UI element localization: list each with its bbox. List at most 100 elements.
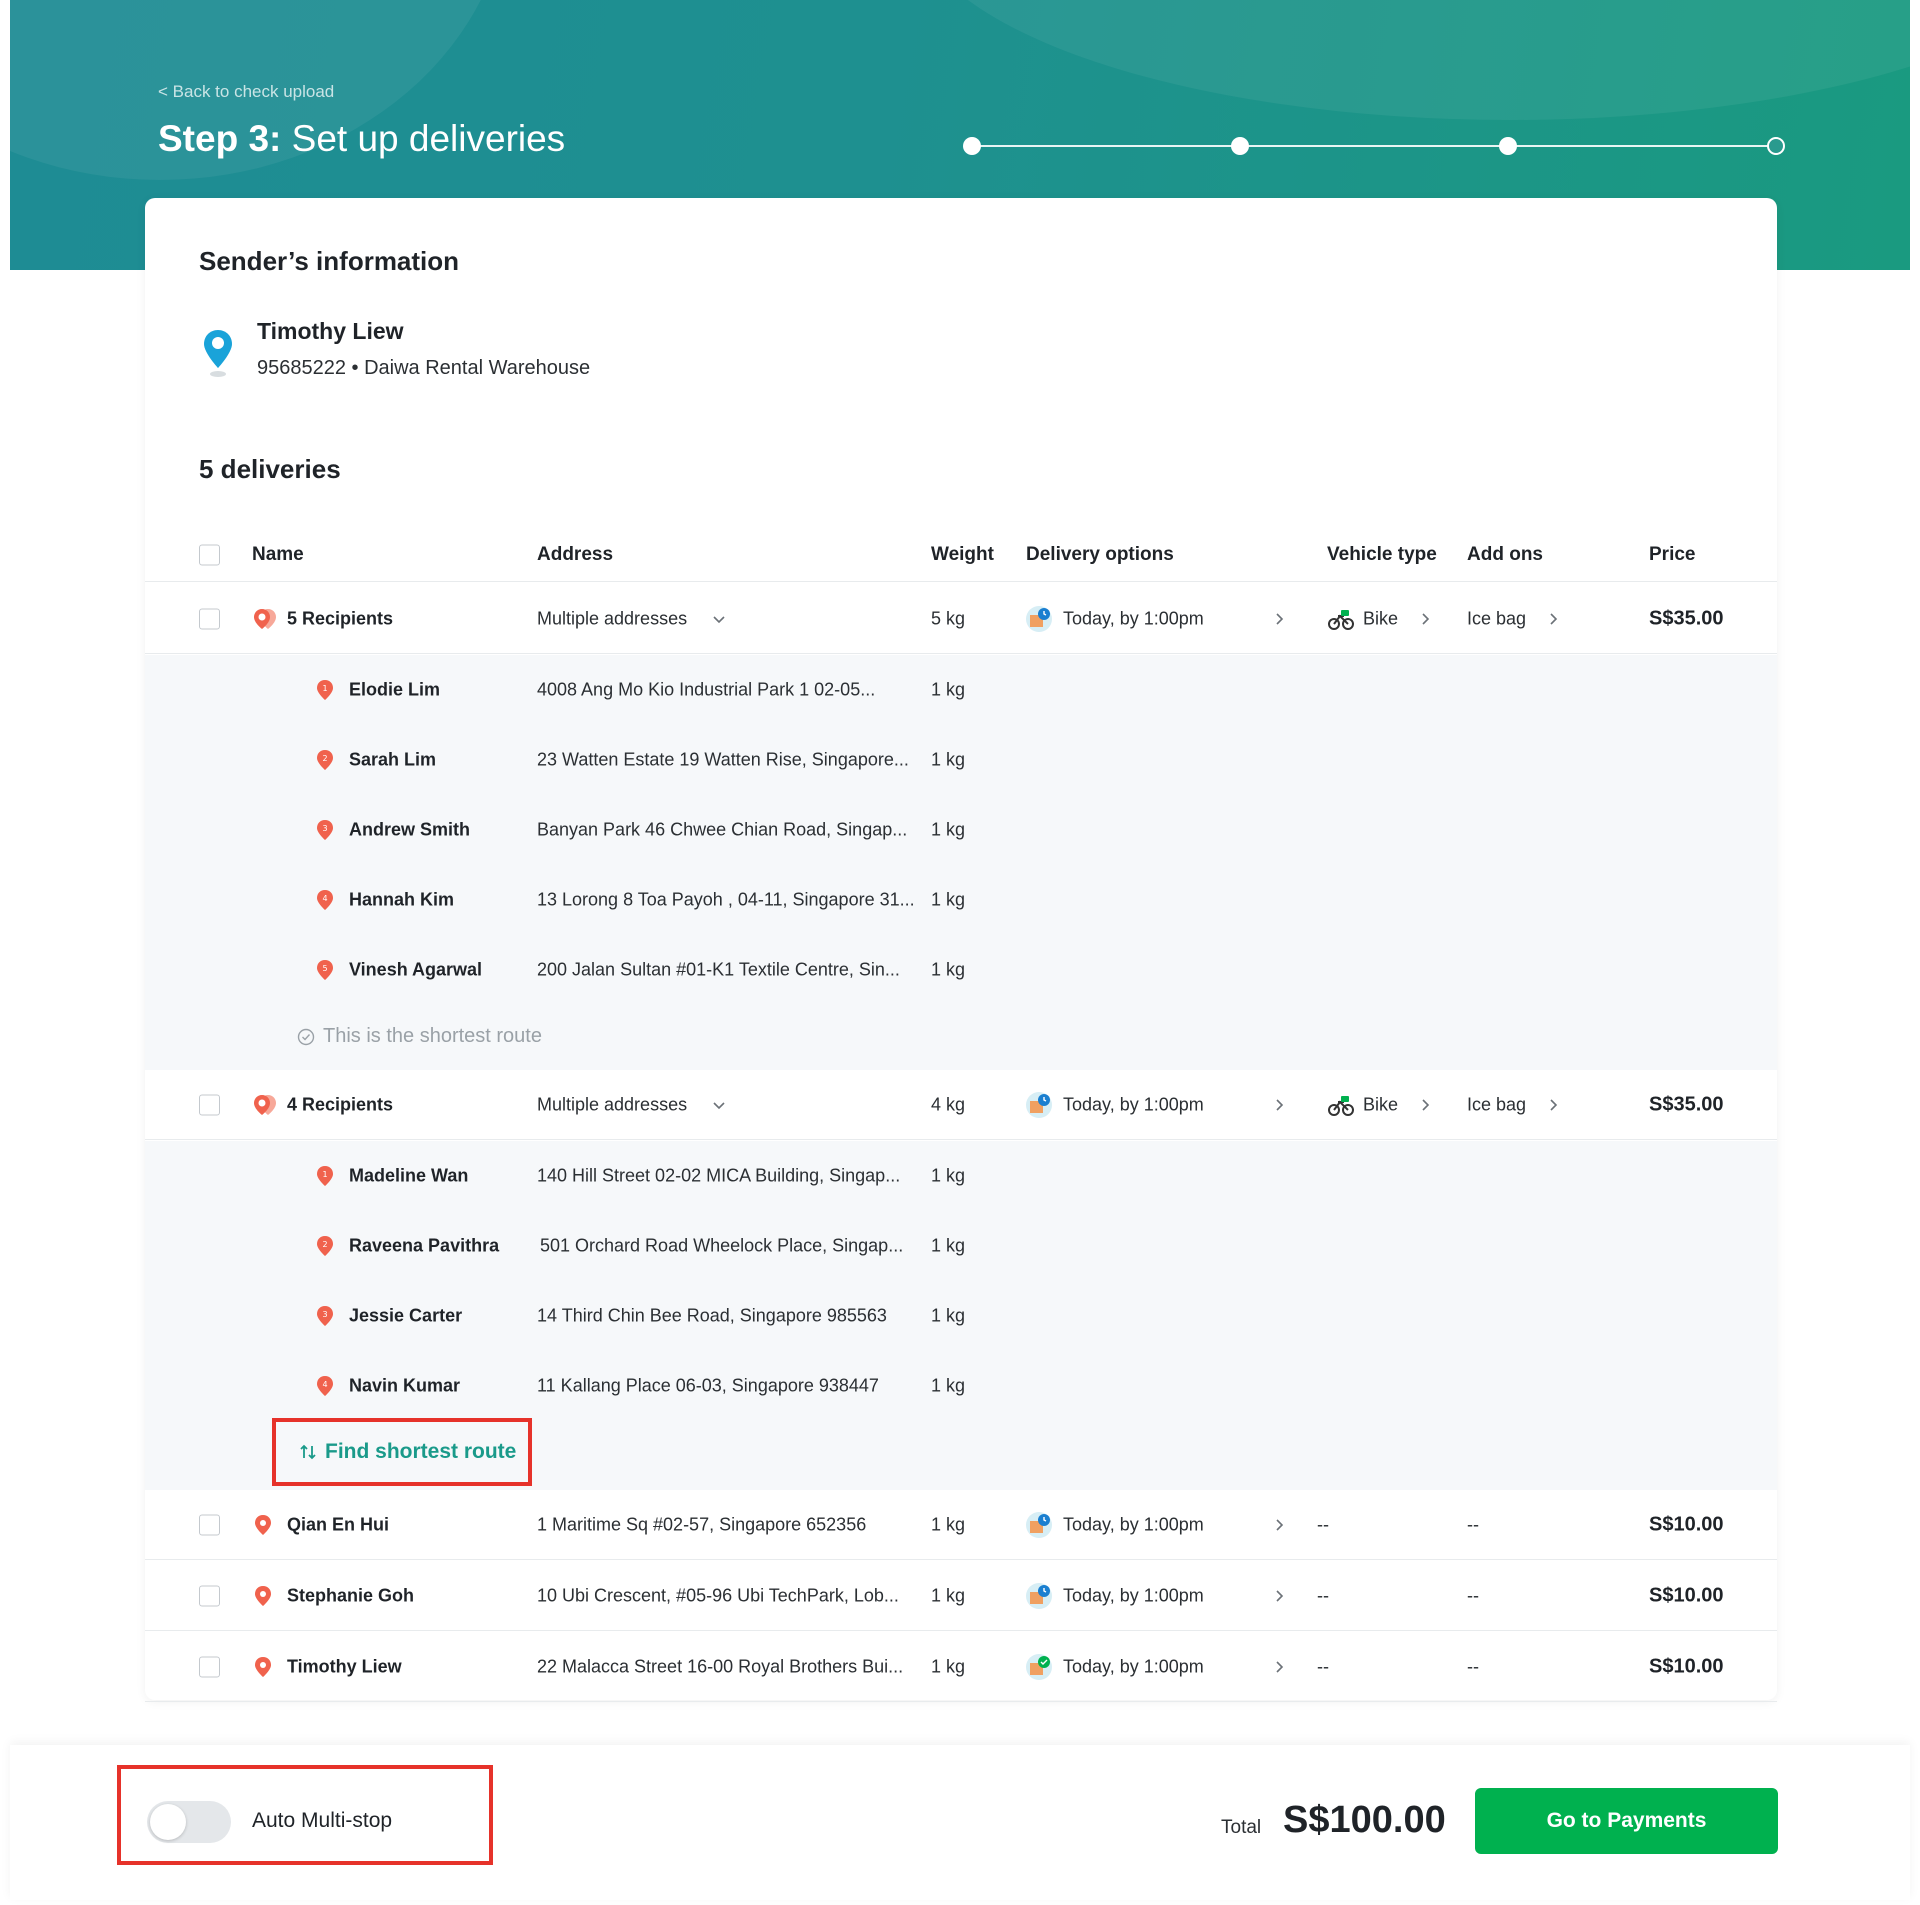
stop-row: 2 Sarah Lim 23 Watten Estate 19 Watten R… bbox=[145, 725, 1777, 795]
vehicle-type: -- bbox=[1317, 1585, 1329, 1605]
step-label: Step 3: bbox=[158, 118, 282, 159]
sender-details: 95685222 • Daiwa Rental Warehouse bbox=[257, 357, 591, 379]
group-address-dropdown[interactable]: Multiple addresses bbox=[537, 1094, 687, 1115]
stop-address: 4008 Ang Mo Kio Industrial Park 1 02-05.… bbox=[537, 679, 876, 700]
chevron-right-icon[interactable] bbox=[1419, 612, 1431, 625]
single-row[interactable]: Timothy Liew 22 Malacca Street 16-00 Roy… bbox=[145, 1632, 1777, 1702]
group-vehicle[interactable]: Bike bbox=[1363, 608, 1398, 629]
single-row[interactable]: Qian En Hui 1 Maritime Sq #02-57, Singap… bbox=[145, 1490, 1777, 1560]
group-vehicle[interactable]: Bike bbox=[1363, 1094, 1398, 1115]
svg-text:1: 1 bbox=[322, 1170, 327, 1179]
recipient-name: Qian En Hui bbox=[287, 1514, 390, 1534]
stop-weight: 1 kg bbox=[931, 679, 966, 700]
row-checkbox[interactable] bbox=[199, 1094, 220, 1115]
svg-text:1: 1 bbox=[322, 684, 327, 693]
stop-weight: 1 kg bbox=[931, 1235, 966, 1256]
numbered-pin-icon: 3 bbox=[317, 1306, 333, 1326]
single-row[interactable]: Stephanie Goh 10 Ubi Crescent, #05-96 Ub… bbox=[145, 1561, 1777, 1631]
delivery-option[interactable]: Today, by 1:00pm bbox=[1063, 1585, 1204, 1606]
column-header-weight: Weight bbox=[931, 544, 994, 565]
svg-text:3: 3 bbox=[322, 824, 327, 833]
row-checkbox[interactable] bbox=[199, 1514, 220, 1535]
column-header-delivery-options: Delivery options bbox=[1026, 544, 1174, 565]
chevron-right-icon[interactable] bbox=[1419, 1098, 1431, 1111]
stepper-dot-2 bbox=[1231, 137, 1249, 155]
vehicle-type: -- bbox=[1317, 1514, 1329, 1534]
group-row-2[interactable]: 4 Recipients Multiple addresses 4 kg Tod… bbox=[145, 1070, 1777, 1140]
stop-address: 11 Kallang Place 06-03, Singapore 938447 bbox=[537, 1375, 879, 1396]
chevron-right-icon[interactable] bbox=[1273, 1660, 1285, 1673]
numbered-pin-icon: 2 bbox=[317, 1236, 333, 1256]
numbered-pin-icon: 3 bbox=[317, 820, 333, 840]
recipient-address: 22 Malacca Street 16-00 Royal Brothers B… bbox=[537, 1656, 904, 1676]
delivery-box-clock-icon bbox=[1026, 1582, 1052, 1609]
chevron-right-icon[interactable] bbox=[1273, 612, 1285, 625]
back-link[interactable]: < Back to check upload bbox=[158, 82, 334, 102]
svg-text:2: 2 bbox=[322, 1240, 327, 1249]
svg-text:4: 4 bbox=[322, 894, 327, 903]
column-header-add-ons: Add ons bbox=[1467, 544, 1543, 565]
group-price: S$35.00 bbox=[1649, 607, 1724, 629]
stop-address: 23 Watten Estate 19 Watten Rise, Singapo… bbox=[537, 749, 909, 770]
progress-stepper bbox=[963, 136, 1786, 156]
add-on: -- bbox=[1467, 1514, 1479, 1534]
numbered-pin-icon: 4 bbox=[317, 890, 333, 910]
delivery-option[interactable]: Today, by 1:00pm bbox=[1063, 1656, 1204, 1677]
stop-name: Madeline Wan bbox=[349, 1165, 469, 1186]
multi-pin-icon bbox=[254, 1094, 276, 1115]
row-checkbox[interactable] bbox=[199, 608, 220, 629]
recipient-price: S$10.00 bbox=[1649, 1655, 1724, 1677]
group-address-dropdown[interactable]: Multiple addresses bbox=[537, 608, 687, 629]
sender-section-title: Sender’s information bbox=[199, 246, 460, 276]
chevron-down-icon[interactable] bbox=[713, 613, 725, 625]
row-checkbox[interactable] bbox=[199, 1656, 220, 1677]
add-on: -- bbox=[1467, 1656, 1479, 1676]
chevron-down-icon[interactable] bbox=[713, 1099, 725, 1111]
check-circle-icon bbox=[297, 1028, 315, 1045]
stop-name: Navin Kumar bbox=[349, 1375, 461, 1396]
chevron-right-icon[interactable] bbox=[1547, 612, 1559, 625]
chevron-right-icon[interactable] bbox=[1273, 1098, 1285, 1111]
delivery-option[interactable]: Today, by 1:00pm bbox=[1063, 1514, 1204, 1535]
row-checkbox[interactable] bbox=[199, 1585, 220, 1606]
stop-weight: 1 kg bbox=[931, 889, 966, 910]
shortest-route-text: This is the shortest route bbox=[323, 1025, 542, 1047]
group-delivery-option[interactable]: Today, by 1:00pm bbox=[1063, 1094, 1204, 1115]
group-weight: 4 kg bbox=[931, 1094, 966, 1114]
group-addon[interactable]: Ice bag bbox=[1467, 608, 1526, 629]
highlight-box-auto-multistop bbox=[117, 1765, 493, 1865]
numbered-pin-icon: 5 bbox=[317, 960, 333, 980]
stop-weight: 1 kg bbox=[931, 1375, 966, 1396]
stop-row: 3 Jessie Carter 14 Third Chin Bee Road, … bbox=[145, 1281, 1777, 1351]
svg-text:5: 5 bbox=[322, 964, 327, 973]
stop-weight: 1 kg bbox=[931, 1305, 966, 1326]
stop-row: 1 Madeline Wan 140 Hill Street 02-02 MIC… bbox=[145, 1141, 1777, 1211]
stop-row: 3 Andrew Smith Banyan Park 46 Chwee Chia… bbox=[145, 795, 1777, 865]
go-to-payments-button[interactable]: Go to Payments bbox=[1475, 1788, 1778, 1854]
group-row-1[interactable]: 5 Recipients Multiple addresses 5 kg Tod… bbox=[145, 584, 1777, 654]
recipient-address: 10 Ubi Crescent, #05-96 Ubi TechPark, Lo… bbox=[537, 1585, 899, 1605]
svg-text:4: 4 bbox=[322, 1380, 327, 1389]
highlight-box-find-route bbox=[272, 1418, 532, 1486]
bike-icon bbox=[1328, 1095, 1354, 1116]
stop-row: 1 Elodie Lim 4008 Ang Mo Kio Industrial … bbox=[145, 655, 1777, 725]
group-label: 5 Recipients bbox=[287, 608, 394, 628]
stop-weight: 1 kg bbox=[931, 749, 966, 770]
column-header-address: Address bbox=[537, 544, 614, 565]
stop-row: 5 Vinesh Agarwal 200 Jalan Sultan #01-K1… bbox=[145, 935, 1777, 1005]
group-addon[interactable]: Ice bag bbox=[1467, 1094, 1526, 1115]
recipient-weight: 1 kg bbox=[931, 1656, 966, 1676]
stepper-dot-4 bbox=[1767, 137, 1785, 155]
stop-address: Banyan Park 46 Chwee Chian Road, Singap.… bbox=[537, 819, 908, 840]
chevron-right-icon[interactable] bbox=[1273, 1589, 1285, 1602]
select-all-checkbox[interactable] bbox=[199, 544, 220, 565]
group-delivery-option[interactable]: Today, by 1:00pm bbox=[1063, 608, 1204, 629]
chevron-right-icon[interactable] bbox=[1547, 1098, 1559, 1111]
stepper-dot-1 bbox=[963, 137, 981, 155]
group-price: S$35.00 bbox=[1649, 1093, 1724, 1115]
location-pin-icon bbox=[255, 1585, 271, 1606]
delivery-box-clock-icon bbox=[1026, 605, 1052, 632]
total-label: Total bbox=[1221, 1817, 1262, 1838]
chevron-right-icon[interactable] bbox=[1273, 1518, 1285, 1531]
stop-weight: 1 kg bbox=[931, 819, 966, 840]
